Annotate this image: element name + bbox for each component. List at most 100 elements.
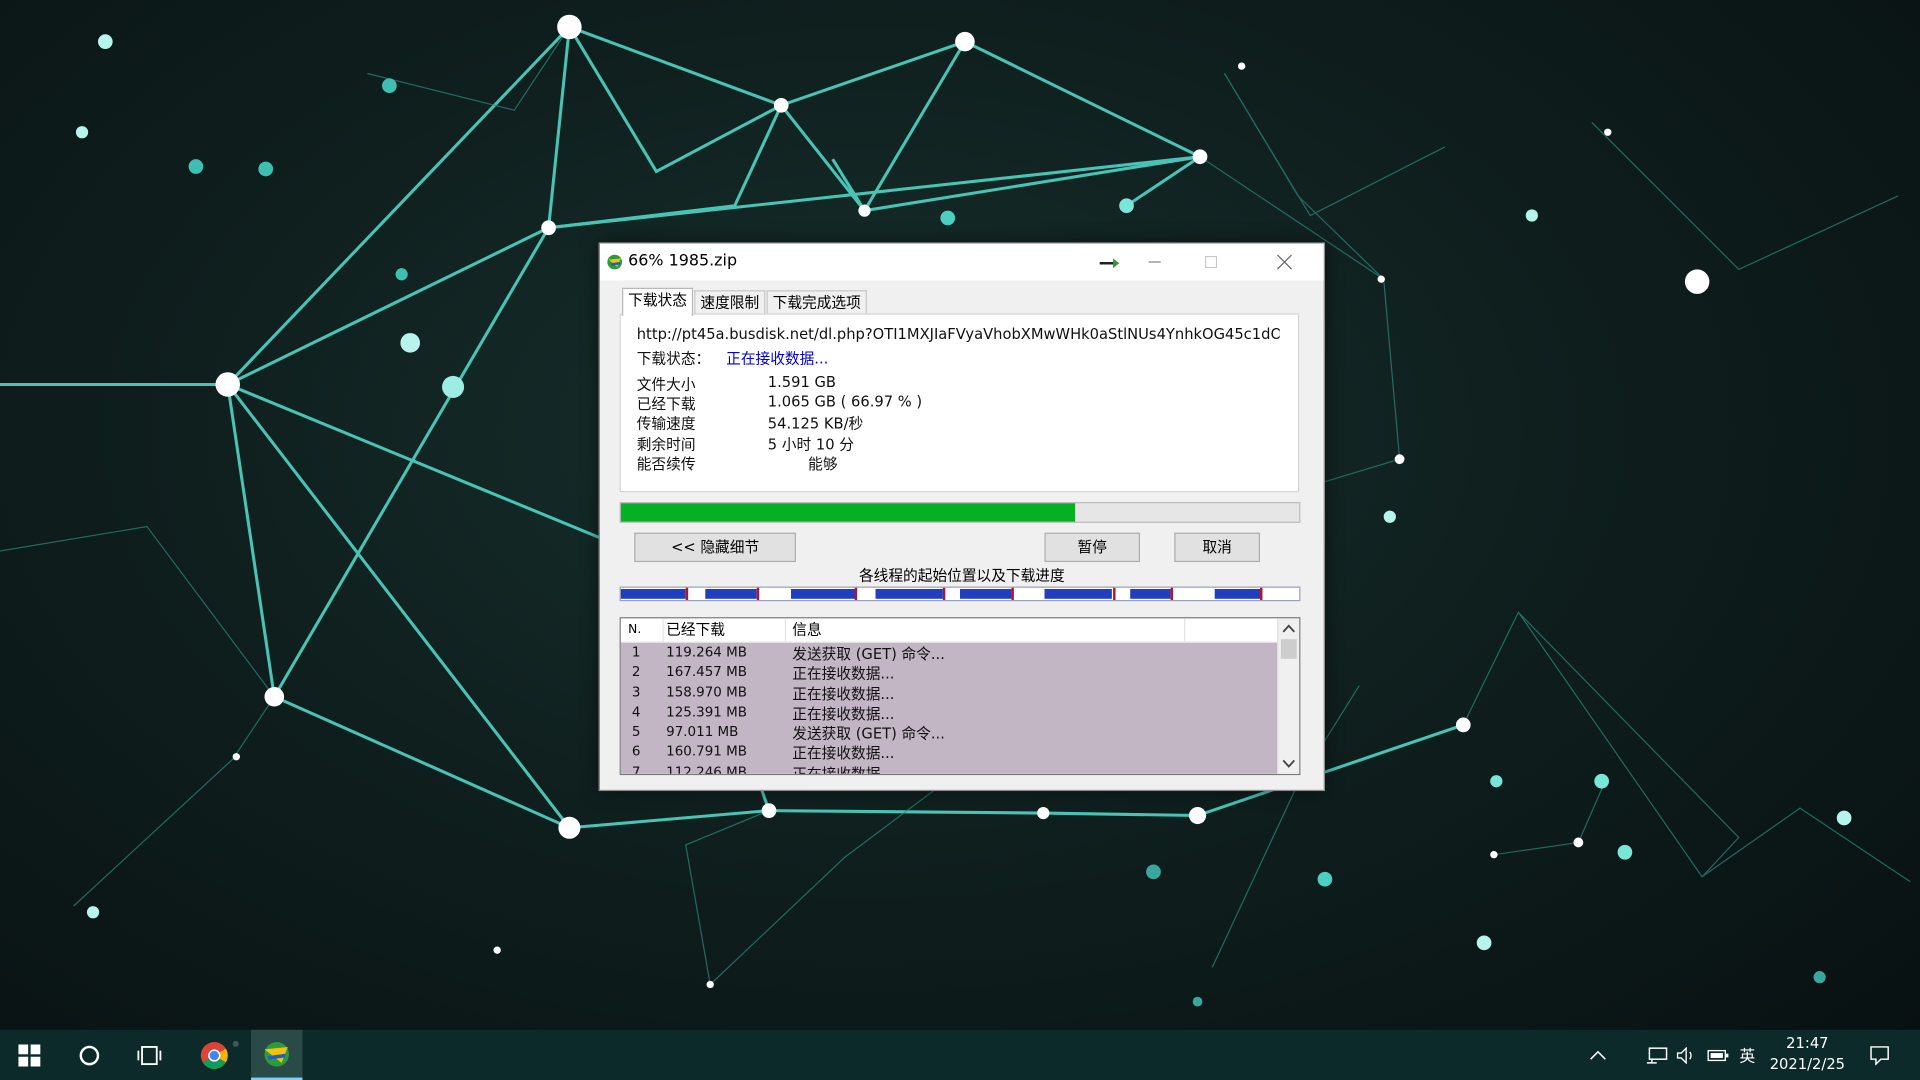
dialog-titlebar[interactable]: 66% 1985.zip: [600, 243, 1324, 281]
table-row[interactable]: 3 158.970 MB 正在接收数据...: [621, 683, 1279, 703]
windows-start-icon: [18, 1043, 41, 1066]
search-circle-icon: [79, 1045, 100, 1065]
thread-segment: [1130, 588, 1171, 599]
thread-info: 正在接收数据...: [792, 745, 895, 763]
clock-time: 21:47: [1786, 1034, 1829, 1052]
column-header-downloaded[interactable]: 已经下载: [664, 618, 787, 642]
table-row[interactable]: 2 167.457 MB 正在接收数据...: [621, 663, 1279, 683]
notification-icon: [1870, 1045, 1889, 1065]
transfer-rate-value: 54.125 KB/秒: [767, 415, 864, 433]
thread-downloaded: 112.246 MB: [666, 763, 747, 774]
thread-number: 7: [631, 763, 641, 774]
maximize-icon: [1204, 255, 1218, 269]
action-center-button[interactable]: [1864, 1030, 1896, 1080]
thread-number: 6: [631, 743, 641, 760]
idm-icon: [264, 1042, 289, 1067]
chrome-badge-dot: [232, 1040, 239, 1047]
hide-details-button[interactable]: << 隐藏细节: [634, 532, 796, 563]
table-row[interactable]: 6 160.791 MB 正在接收数据...: [621, 743, 1279, 763]
thread-position-marker: [854, 587, 858, 601]
tab-speed-limit[interactable]: 速度限制: [694, 290, 766, 315]
thread-segment: [620, 588, 686, 599]
thread-downloaded: 167.457 MB: [666, 664, 747, 680]
thread-position-marker: [1170, 587, 1174, 601]
downloaded-label: 已经下载: [636, 395, 696, 413]
scroll-up-icon[interactable]: [1278, 621, 1299, 638]
thread-downloaded: 119.264 MB: [666, 644, 747, 661]
close-icon: [1277, 254, 1292, 270]
chevron-up-icon: [1590, 1050, 1606, 1060]
thread-downloaded: 97.011 MB: [666, 723, 739, 740]
chrome-icon: [200, 1041, 228, 1069]
resume-capability-value: 能够: [808, 455, 838, 473]
file-size-label: 文件大小: [636, 375, 696, 394]
chrome-taskbar-button[interactable]: [186, 1030, 242, 1080]
threads-caption: 各线程的起始位置以及下载进度: [858, 566, 1065, 585]
download-progress-bar: [619, 502, 1301, 523]
column-header-info[interactable]: 信息: [785, 618, 1186, 642]
downloaded-value: 1.065 GB ( 66.97 % ): [767, 393, 923, 411]
cortana-search-button[interactable]: [61, 1030, 117, 1080]
network-tray-button[interactable]: [1643, 1030, 1670, 1080]
thread-downloaded: 158.970 MB: [666, 683, 747, 700]
battery-icon: [1707, 1049, 1729, 1061]
cancel-button[interactable]: 取消: [1174, 532, 1261, 563]
thread-position-marker: [685, 587, 689, 601]
thread-downloaded: 160.791 MB: [666, 743, 747, 760]
file-size-value: 1.591 GB: [767, 373, 836, 391]
idm-taskbar-button[interactable]: [251, 1029, 303, 1080]
column-header-number[interactable]: N.: [621, 618, 664, 642]
resume-capability-label: 能否续传: [636, 455, 696, 473]
time-left-label: 剩余时间: [636, 435, 696, 454]
clock-date: 2021/2/25: [1769, 1055, 1846, 1073]
show-hidden-icons-button[interactable]: [1585, 1030, 1612, 1080]
thread-number: 2: [631, 664, 641, 680]
time-left-value: 5 小时 10 分: [767, 435, 854, 454]
arrow-right-icon: [1099, 258, 1120, 269]
status-value: 正在接收数据...: [726, 350, 829, 368]
taskbar: 英 21:47 2021/2/25: [0, 1029, 1920, 1080]
table-row[interactable]: 7 112.246 MB 正在接收数据...: [621, 763, 1279, 774]
maximize-button[interactable]: [1183, 244, 1239, 281]
thread-position-marker: [1260, 587, 1263, 601]
thread-segment: [1044, 588, 1112, 599]
volume-tray-button[interactable]: [1673, 1030, 1700, 1080]
thread-position-marker: [1113, 587, 1116, 601]
tab-download-status[interactable]: 下载状态: [622, 287, 694, 316]
thread-info: 发送获取 (GET) 命令...: [792, 645, 945, 663]
ime-language-button[interactable]: 英: [1734, 1030, 1761, 1080]
tab-completion-options[interactable]: 下载完成选项: [766, 290, 867, 315]
thread-downloaded: 125.391 MB: [666, 703, 747, 720]
table-row[interactable]: 1 119.264 MB 发送获取 (GET) 命令...: [621, 643, 1279, 663]
task-view-icon: [137, 1045, 162, 1065]
scrollbar-thumb[interactable]: [1280, 639, 1297, 659]
minimize-icon: [1148, 261, 1161, 263]
scroll-down-icon[interactable]: [1278, 754, 1299, 771]
start-button[interactable]: [0, 1030, 59, 1080]
taskbar-clock[interactable]: 21:47 2021/2/25: [1766, 1033, 1849, 1075]
status-label: 下载状态：: [636, 350, 711, 368]
download-progress-dialog: 66% 1985.zip 下载状态 速度限制 下载完成选项 http://pt4…: [598, 242, 1325, 792]
thread-number: 3: [631, 683, 641, 700]
thread-segment: [705, 588, 757, 599]
table-row[interactable]: 4 125.391 MB 正在接收数据...: [621, 703, 1279, 723]
thread-segment: [1214, 588, 1262, 599]
thread-table-body: 1 119.264 MB 发送获取 (GET) 命令... 2 167.457 MB 正在…: [620, 642, 1279, 774]
thread-number: 4: [631, 703, 641, 720]
thread-table-scrollbar[interactable]: [1277, 618, 1300, 774]
minimize-button[interactable]: [1127, 244, 1183, 281]
desktop: 66% 1985.zip 下载状态 速度限制 下载完成选项 http://pt4…: [0, 0, 1920, 1080]
download-status-panel: http://pt45a.busdisk.net/dl.php?OTI1MXJI…: [619, 313, 1300, 493]
close-button[interactable]: [1256, 244, 1312, 281]
task-view-button[interactable]: [120, 1030, 179, 1080]
thread-table[interactable]: N. 已经下载 信息 1 119.264 MB 发送获取 (GET) 命令... 2 1…: [619, 617, 1301, 776]
pause-button[interactable]: 暂停: [1044, 532, 1141, 563]
thread-segment: [875, 588, 943, 599]
table-row[interactable]: 5 97.011 MB 发送获取 (GET) 命令...: [621, 723, 1279, 743]
thread-position-marker: [1011, 587, 1014, 601]
thread-progress-bar: [619, 586, 1301, 602]
thread-segment: [791, 588, 856, 599]
battery-tray-button[interactable]: [1705, 1030, 1732, 1080]
idm-app-icon: [607, 254, 623, 270]
dialog-title: 66% 1985.zip: [628, 252, 738, 271]
